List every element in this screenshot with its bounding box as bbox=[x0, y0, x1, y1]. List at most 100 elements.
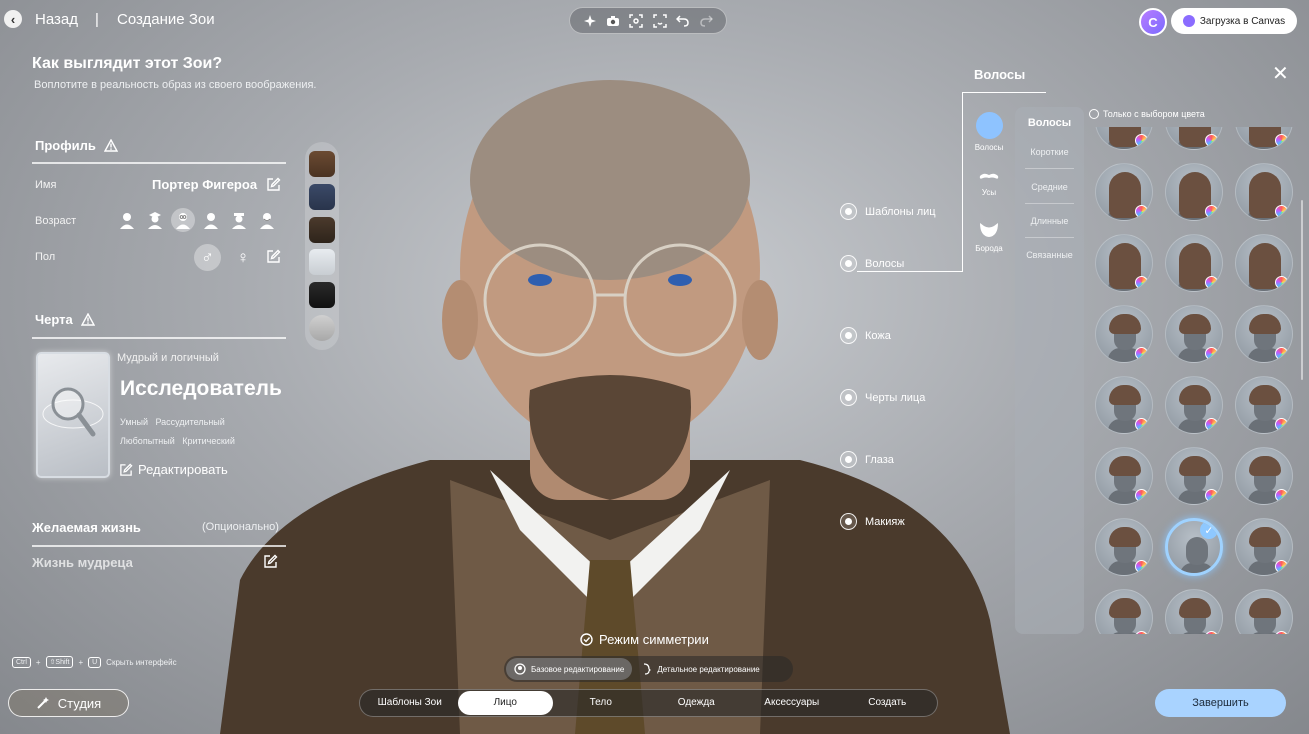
hotspot-facial-features[interactable]: Черты лица bbox=[840, 389, 925, 406]
hotspot-makeup[interactable]: Макияж bbox=[840, 513, 905, 530]
hair-style-tile[interactable] bbox=[1095, 127, 1153, 150]
hair-shape bbox=[1109, 314, 1141, 334]
age-toddler-icon[interactable] bbox=[115, 208, 139, 232]
female-icon[interactable]: ♀ bbox=[231, 244, 255, 271]
hotspot-skin[interactable]: Кожа bbox=[840, 327, 891, 344]
hair-style-tile[interactable] bbox=[1165, 234, 1223, 292]
upload-to-canvas-label: Загрузка в Canvas bbox=[1199, 15, 1286, 27]
hair-style-tile[interactable] bbox=[1235, 589, 1293, 634]
hair-style-tile[interactable] bbox=[1095, 234, 1153, 292]
outfit-preview-strip bbox=[305, 142, 339, 350]
edit-gender-icon[interactable] bbox=[266, 249, 281, 264]
sparkle-icon[interactable] bbox=[582, 13, 598, 29]
trait-keywords-1: Умный Рассудительный bbox=[120, 417, 225, 427]
hair-shape bbox=[1179, 598, 1211, 618]
main-tab[interactable]: Тело bbox=[553, 691, 649, 715]
subcategory-all[interactable]: Волосы bbox=[1015, 117, 1084, 129]
hair-style-tile[interactable] bbox=[1095, 305, 1153, 363]
age-teen-icon[interactable] bbox=[143, 208, 167, 232]
redo-icon[interactable] bbox=[698, 13, 714, 29]
male-icon[interactable]: ♂ bbox=[194, 244, 221, 271]
user-avatar[interactable]: C bbox=[1139, 8, 1167, 36]
subcategory-tied[interactable]: Связанные bbox=[1015, 250, 1084, 260]
camera-icon[interactable] bbox=[605, 13, 621, 29]
studio-label: Студия bbox=[57, 695, 102, 711]
hair-style-tile[interactable] bbox=[1095, 447, 1153, 505]
subcategory-short[interactable]: Короткие bbox=[1015, 147, 1084, 157]
basic-edit-mode[interactable]: Базовое редактирование bbox=[506, 658, 633, 680]
edit-name-icon[interactable] bbox=[266, 177, 281, 192]
hair-style-tile[interactable] bbox=[1165, 589, 1223, 634]
main-tab[interactable]: Лицо bbox=[457, 691, 553, 715]
detailed-edit-mode[interactable]: Детальное редактирование bbox=[632, 658, 767, 680]
color-wheel-icon bbox=[1275, 347, 1288, 360]
hotspot-eyes[interactable]: Глаза bbox=[840, 451, 894, 468]
hair-style-tile[interactable] bbox=[1165, 127, 1223, 150]
main-tab[interactable]: Аксессуары bbox=[744, 691, 840, 715]
main-tab[interactable]: Одежда bbox=[649, 691, 745, 715]
outfit-shoes-thumb[interactable] bbox=[309, 281, 335, 308]
symmetry-toggle[interactable]: Режим симметрии bbox=[580, 632, 709, 647]
hair-style-tile[interactable] bbox=[1095, 518, 1153, 576]
hair-style-tile[interactable] bbox=[1235, 127, 1293, 150]
hair-panel-title: Волосы bbox=[974, 67, 1026, 82]
hotspot-skin-label: Кожа bbox=[865, 329, 891, 342]
back-link[interactable]: Назад bbox=[35, 11, 78, 28]
edit-trait-button[interactable]: Редактировать bbox=[119, 462, 228, 477]
hair-style-tile[interactable] bbox=[1165, 305, 1223, 363]
subcategory-medium[interactable]: Средние bbox=[1015, 182, 1084, 192]
finish-button[interactable]: Завершить bbox=[1155, 689, 1286, 717]
outfit-socks-thumb[interactable] bbox=[309, 249, 335, 276]
edit-aspiration-icon[interactable] bbox=[263, 554, 278, 569]
ctrl-key: Ctrl bbox=[12, 656, 31, 668]
hair-style-tile[interactable] bbox=[1235, 163, 1293, 221]
upload-to-canvas-button[interactable]: Загрузка в Canvas bbox=[1171, 8, 1297, 34]
hair-style-tile[interactable] bbox=[1095, 163, 1153, 221]
hair-style-tile[interactable] bbox=[1095, 589, 1153, 634]
face-profile-icon bbox=[644, 663, 652, 675]
face-scan-icon[interactable] bbox=[652, 13, 668, 29]
age-young-adult-icon[interactable] bbox=[171, 208, 195, 232]
hair-style-tile[interactable] bbox=[1165, 163, 1223, 221]
hair-style-tile[interactable]: ✓ bbox=[1165, 518, 1223, 576]
studio-button[interactable]: Студия bbox=[8, 689, 129, 717]
color-wheel-icon bbox=[1205, 631, 1218, 634]
undo-icon[interactable] bbox=[675, 13, 691, 29]
color-only-filter[interactable]: Только с выбором цвета bbox=[1089, 109, 1205, 119]
category-beard[interactable]: Борода bbox=[974, 222, 1004, 253]
hair-style-tile[interactable] bbox=[1235, 376, 1293, 434]
focus-icon[interactable] bbox=[628, 13, 644, 29]
magic-wand-icon bbox=[37, 697, 49, 709]
hotspot-face-templates[interactable]: Шаблоны лиц bbox=[840, 203, 936, 220]
trait-card[interactable] bbox=[36, 352, 110, 478]
hair-grid-scrollbar[interactable] bbox=[1301, 200, 1303, 380]
subcategory-long[interactable]: Длинные bbox=[1015, 216, 1084, 226]
hotspot-hair[interactable]: Волосы bbox=[840, 255, 904, 272]
main-tab[interactable]: Создать bbox=[840, 691, 936, 715]
category-hair[interactable]: Волосы bbox=[974, 112, 1004, 152]
age-adult-icon[interactable] bbox=[199, 208, 223, 232]
category-mustache[interactable]: Усы bbox=[974, 172, 1004, 197]
outfit-head-thumb[interactable] bbox=[309, 314, 335, 341]
hair-style-tile[interactable] bbox=[1235, 447, 1293, 505]
subcategory-divider bbox=[1025, 203, 1074, 204]
color-wheel-icon bbox=[1205, 347, 1218, 360]
outfit-jeans-thumb[interactable] bbox=[309, 183, 335, 210]
outfit-vest-thumb[interactable] bbox=[309, 151, 335, 178]
hair-style-tile[interactable] bbox=[1095, 376, 1153, 434]
hair-style-grid: ✓ bbox=[1087, 127, 1295, 634]
aspiration-value: Жизнь мудреца bbox=[32, 555, 133, 570]
age-elder-icon[interactable] bbox=[255, 208, 279, 232]
hair-style-tile[interactable] bbox=[1165, 447, 1223, 505]
hair-style-tile[interactable] bbox=[1165, 376, 1223, 434]
hair-style-tile[interactable] bbox=[1235, 518, 1293, 576]
back-icon[interactable]: ‹ bbox=[4, 10, 22, 28]
main-tab[interactable]: Шаблоны Зои bbox=[362, 691, 458, 715]
hair-connector-line bbox=[857, 271, 963, 272]
outfit-jacket-thumb[interactable] bbox=[309, 216, 335, 243]
hair-style-tile[interactable] bbox=[1235, 234, 1293, 292]
hair-style-tile[interactable] bbox=[1235, 305, 1293, 363]
name-label: Имя bbox=[35, 179, 57, 191]
age-middle-aged-icon[interactable] bbox=[227, 208, 251, 232]
close-icon[interactable]: ✕ bbox=[1272, 64, 1289, 84]
